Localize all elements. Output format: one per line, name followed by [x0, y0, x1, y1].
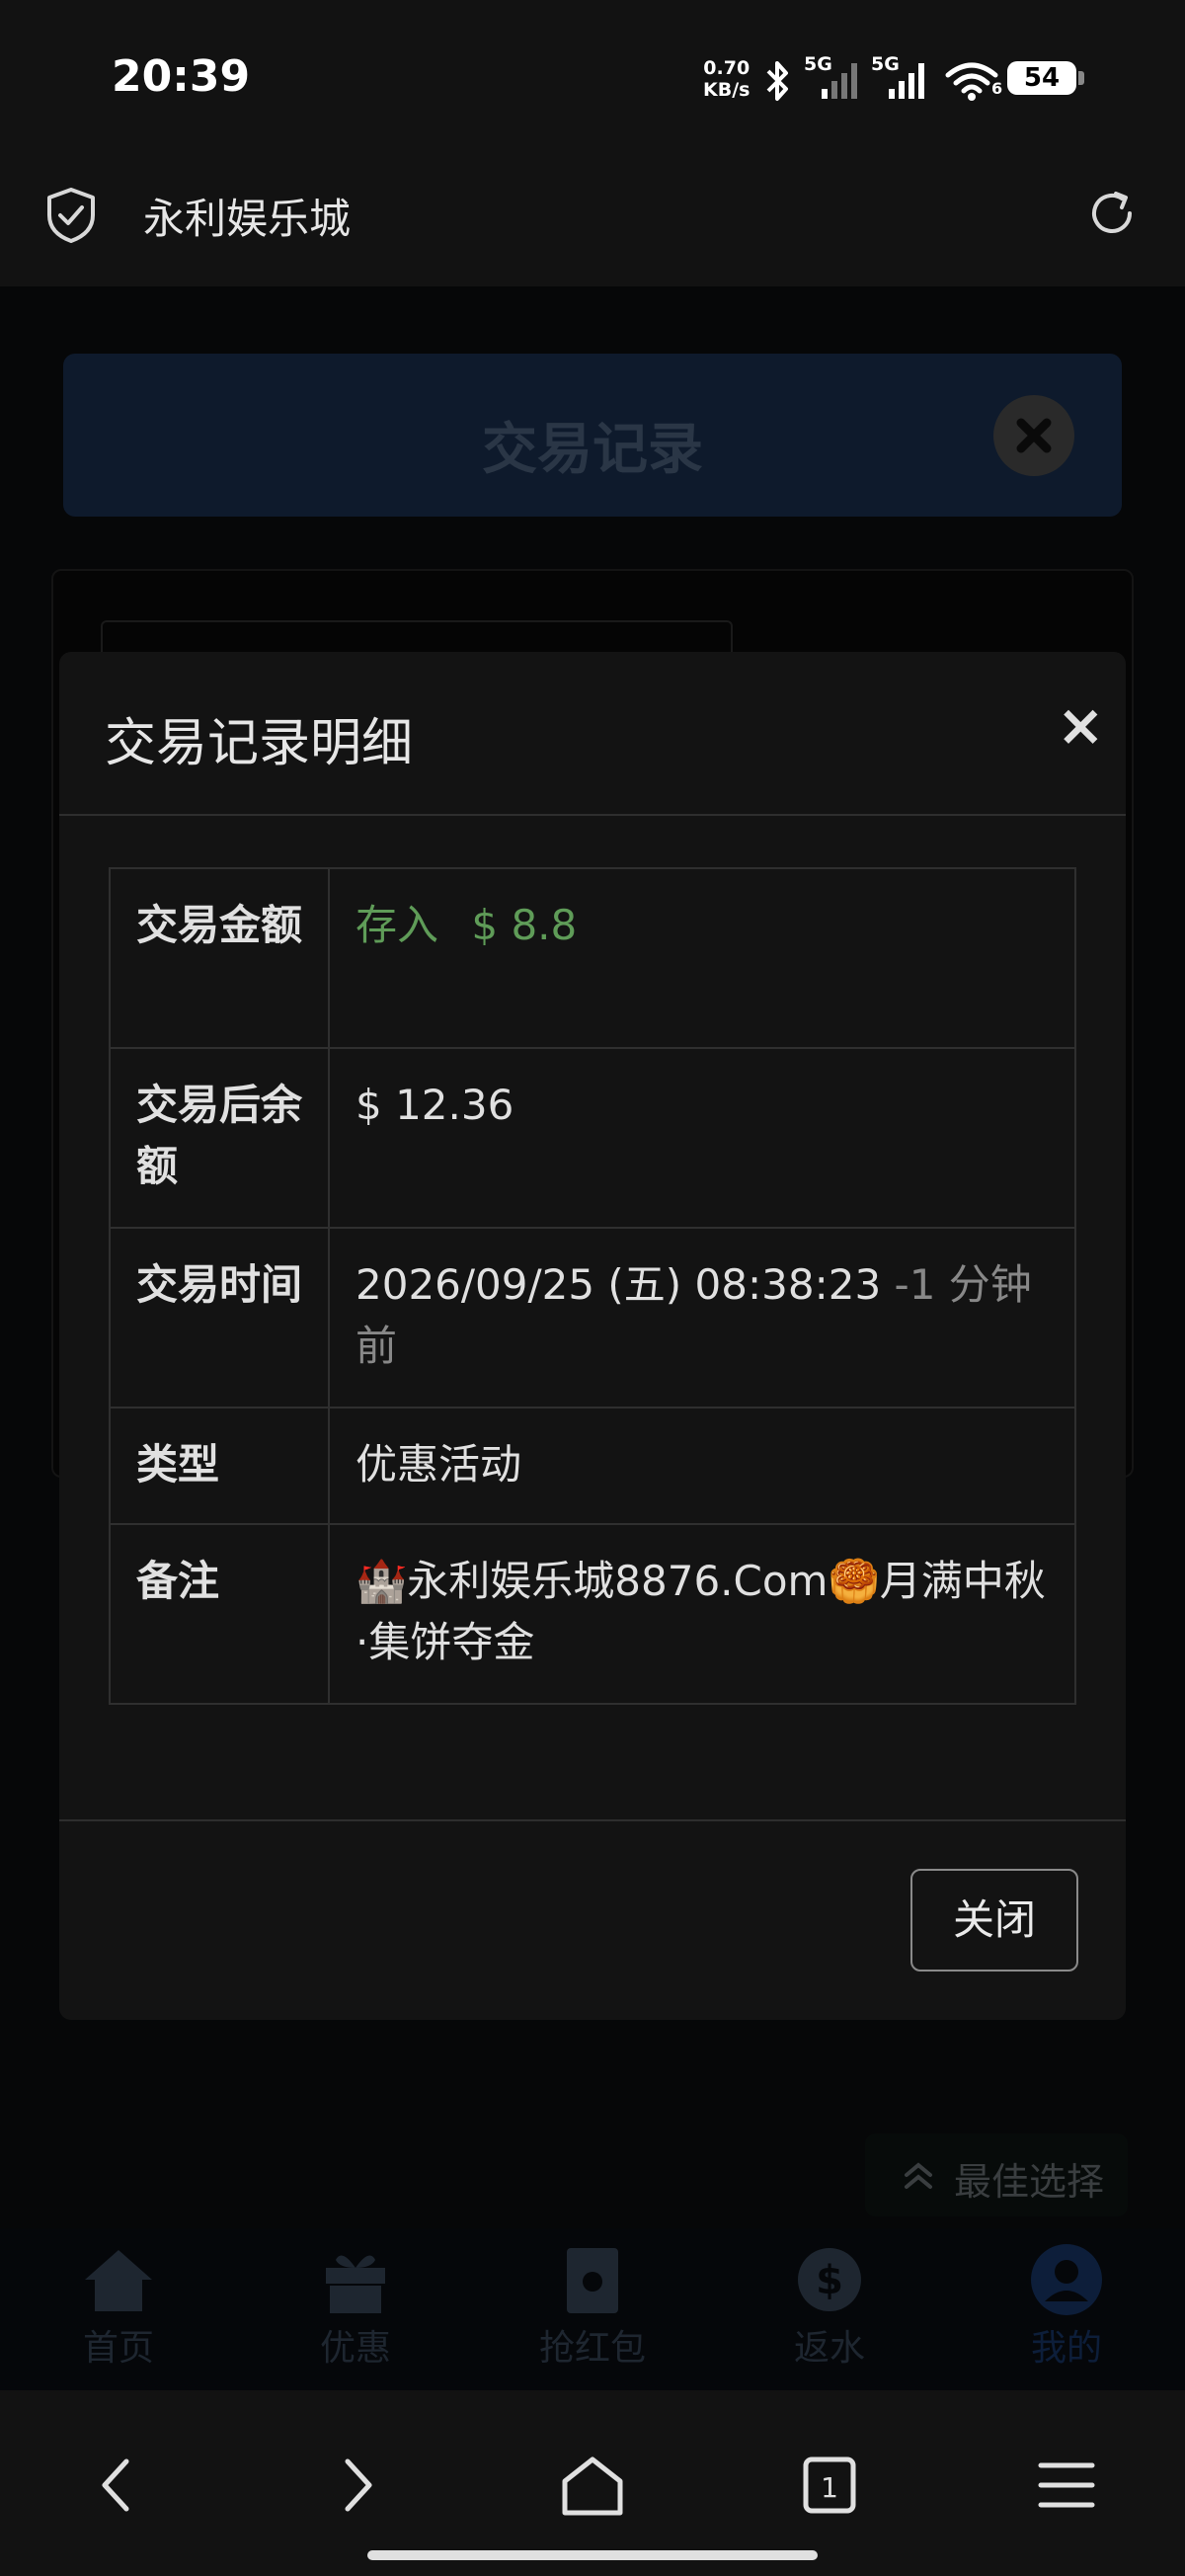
table-row: 类型 优惠活动 [109, 1407, 1076, 1525]
network-speed: 0.70 KB/s [703, 57, 750, 101]
system-navigation-bar: 1 [0, 2390, 1185, 2576]
close-button[interactable]: 关闭 [910, 1869, 1078, 1972]
home-icon[interactable] [553, 2446, 632, 2525]
best-choice-button: 最佳选择 [865, 2133, 1128, 2216]
home-indicator[interactable] [367, 2550, 818, 2560]
castle-emoji: 🏰 [356, 1557, 408, 1605]
bluetooth-icon [766, 61, 788, 101]
best-choice-label: 最佳选择 [954, 2160, 1105, 2204]
row-value: $ 12.36 [328, 1047, 1076, 1229]
table-row: 交易后余额 $ 12.36 [109, 1047, 1076, 1229]
tab-home: 首页 [0, 2228, 237, 2390]
mooncake-emoji: 🥮 [828, 1557, 880, 1605]
gift-icon [326, 2255, 385, 2313]
forward-icon[interactable] [316, 2446, 395, 2525]
table-row: 交易金额 存入 $ 8.8 [109, 867, 1076, 1049]
bottom-tab-bar: 首页 优惠 抢红包 $ 返水 我的 [0, 2228, 1185, 2390]
background-filter-tabs [101, 620, 733, 656]
transaction-detail-table: 交易金额 存入 $ 8.8 交易后余额 $ 12.36 交易时间 2026/09… [109, 867, 1076, 1705]
row-value: 2026/09/25 (五) 08:38:23 -1 分钟前 [328, 1227, 1076, 1409]
modal-title: 交易记录明细 [105, 714, 414, 773]
signal-bars-icon [822, 63, 857, 99]
modal-close-icon[interactable]: × [1057, 691, 1105, 759]
remark-text-1: 永利娱乐城8876.Com [407, 1557, 829, 1605]
transaction-amount: $ 8.8 [471, 901, 578, 949]
tab-promotions: 优惠 [237, 2228, 474, 2390]
network-speed-value: 0.70 [703, 57, 750, 79]
status-time: 20:39 [112, 51, 251, 102]
row-value: 🏰永利娱乐城8876.Com🥮月满中秋·集饼夺金 [328, 1523, 1076, 1705]
background-page-header: 交易记录 [63, 354, 1122, 517]
row-key: 交易时间 [109, 1227, 330, 1409]
status-bar: 20:39 0.70 KB/s 5G 5G 6 54 [0, 0, 1185, 158]
background-page-title: 交易记录 [482, 418, 703, 482]
transaction-detail-modal: 交易记录明细 × 交易金额 存入 $ 8.8 交易后余额 $ 12.36 交易时… [59, 652, 1126, 2020]
signal-bars-icon [889, 63, 924, 99]
back-icon[interactable] [79, 2446, 158, 2525]
double-chevron-up-icon [905, 2162, 932, 2189]
row-value: 优惠活动 [328, 1407, 1076, 1525]
background-close-button [993, 395, 1074, 476]
shield-check-icon[interactable] [43, 186, 99, 245]
tab-rebate: $ 返水 [711, 2228, 948, 2390]
wifi-band-label: 6 [991, 79, 1003, 98]
row-key: 交易金额 [109, 867, 330, 1049]
home-icon [85, 2250, 152, 2311]
row-key: 备注 [109, 1523, 330, 1705]
svg-text:$: $ [816, 2258, 843, 2303]
row-key: 交易后余额 [109, 1047, 330, 1229]
modal-header-divider [59, 814, 1126, 816]
transaction-type-label: 存入 [356, 901, 439, 949]
site-title[interactable]: 永利娱乐城 [143, 186, 351, 246]
user-icon [1031, 2244, 1102, 2315]
cellular-signal-2: 5G [871, 53, 932, 101]
network-speed-unit: KB/s [703, 79, 750, 101]
transaction-time: 2026/09/25 (五) 08:38:23 [356, 1260, 882, 1309]
table-row: 交易时间 2026/09/25 (五) 08:38:23 -1 分钟前 [109, 1227, 1076, 1409]
red-envelope-icon [567, 2248, 618, 2313]
battery-indicator: 54 [1007, 61, 1084, 95]
tabs-count-icon[interactable]: 1 [790, 2446, 869, 2525]
row-value: 存入 $ 8.8 [328, 867, 1076, 1049]
refresh-icon[interactable] [1082, 184, 1142, 243]
modal-footer-divider [59, 1819, 1126, 1821]
table-row: 备注 🏰永利娱乐城8876.Com🥮月满中秋·集饼夺金 [109, 1523, 1076, 1705]
svg-text:1: 1 [821, 2471, 838, 2504]
menu-icon[interactable] [1027, 2446, 1106, 2525]
row-key: 类型 [109, 1407, 330, 1525]
browser-address-bar: 永利娱乐城 [0, 158, 1185, 286]
dollar-badge-icon: $ [798, 2248, 861, 2311]
cellular-signal-1: 5G [804, 53, 865, 101]
tab-mine: 我的 [948, 2228, 1185, 2390]
tab-red-envelope: 抢红包 [474, 2228, 711, 2390]
close-icon [1016, 418, 1052, 453]
